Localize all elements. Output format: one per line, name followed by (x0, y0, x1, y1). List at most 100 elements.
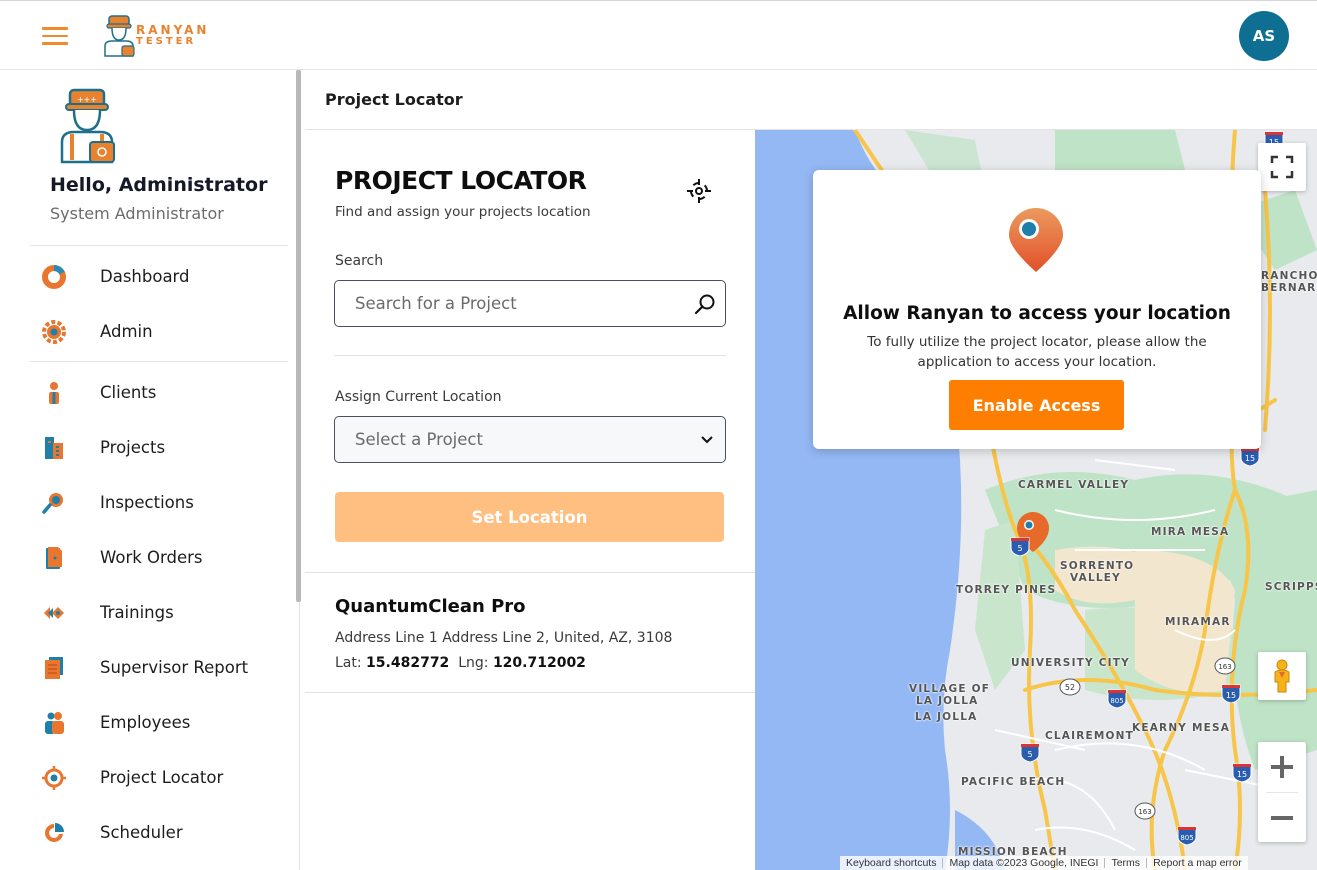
svg-text:163: 163 (1138, 808, 1151, 816)
modal-title: Allow Ranyan to access your location (843, 303, 1231, 324)
sidebar-item-dashboard[interactable]: Dashboard (0, 252, 290, 300)
svg-text:15: 15 (1245, 454, 1255, 463)
modal-body: To fully utilize the project locator, pl… (867, 334, 1207, 370)
sidebar-item-label: Admin (100, 321, 153, 341)
hamburger-line (42, 34, 68, 37)
sidebar-item-projects[interactable]: Projects (0, 423, 290, 471)
map-label: SORRENTO (1060, 560, 1135, 572)
project-address: Address Line 1 Address Line 2, United, A… (335, 630, 673, 646)
sidebar-item-project-locator[interactable]: Project Locator (0, 753, 290, 801)
svg-text:805: 805 (1110, 697, 1123, 705)
crosshair-icon[interactable] (686, 178, 712, 204)
sidebar-item-supervisor-report[interactable]: Supervisor Report (0, 643, 290, 691)
brand-line-2: TESTER (136, 36, 197, 47)
sidebar-item-trainings[interactable]: Trainings (0, 588, 290, 636)
svg-text:5: 5 (1017, 544, 1022, 553)
fullscreen-button[interactable] (1258, 143, 1306, 191)
section-divider (305, 692, 755, 693)
page-title: Project Locator (325, 90, 463, 109)
sidebar-item-scheduler[interactable]: Scheduler (0, 808, 290, 856)
map-label: TORREY PINES (956, 584, 1057, 596)
zoom-control (1258, 742, 1306, 842)
sidebar-item-employees[interactable]: Employees (0, 698, 290, 746)
set-location-button[interactable]: Set Location (335, 492, 724, 542)
svg-text:805: 805 (1180, 834, 1193, 842)
report-error-link[interactable]: Report a map error (1147, 857, 1248, 869)
sidebar-item-clients[interactable]: Clients (0, 368, 290, 416)
sidebar-item-label: Projects (100, 437, 166, 457)
svg-text:+++: +++ (77, 95, 97, 104)
interstate-shield-icon: 15 (1221, 684, 1241, 703)
zoom-in-button[interactable] (1258, 742, 1306, 792)
menu-toggle-button[interactable] (42, 27, 68, 47)
assign-location-label: Assign Current Location (335, 389, 502, 405)
sidebar-item-admin[interactable]: Admin (0, 307, 290, 355)
gear-icon (42, 320, 66, 344)
top-bar: RANYAN TESTER AS (0, 0, 1317, 70)
greeting: Hello, Administrator (50, 174, 268, 196)
project-select[interactable]: Select a Project (334, 416, 726, 463)
hamburger-icon (42, 27, 68, 30)
sidebar-item-inspections[interactable]: Inspections (0, 478, 290, 526)
svg-text:163: 163 (1218, 663, 1231, 671)
locator-panel: PROJECT LOCATOR Find and assign your pro… (305, 130, 755, 870)
brand-text: RANYAN TESTER (136, 24, 209, 48)
search-label: Search (335, 253, 384, 269)
section-divider (305, 572, 755, 573)
search-input[interactable] (355, 294, 675, 313)
map-attribution: Keyboard shortcuts Map data ©2023 Google… (840, 856, 1248, 870)
terms-link[interactable]: Terms (1105, 857, 1146, 869)
state-route-shield-icon: 163 (1134, 802, 1156, 820)
interstate-shield-icon: 5 (1020, 743, 1040, 762)
buildings-icon (45, 437, 63, 459)
page-header: Project Locator (305, 70, 1317, 130)
interstate-shield-icon: 5 (1010, 537, 1030, 556)
map-label: VILLAGE OF (909, 683, 991, 695)
svg-text:15: 15 (1226, 691, 1236, 700)
sidebar-item-label: Trainings (100, 602, 174, 622)
report-icon (45, 657, 63, 679)
sidebar-item-label: Clients (100, 382, 157, 402)
profile-avatar-icon: +++ (60, 88, 115, 164)
sidebar-item-label: Inspections (100, 492, 194, 512)
svg-text:15: 15 (1237, 770, 1247, 779)
sidebar-item-work-orders[interactable]: Work Orders (0, 533, 290, 581)
user-avatar[interactable]: AS (1239, 11, 1289, 61)
sidebar-item-label: Dashboard (100, 266, 190, 286)
arrows-icon (44, 607, 64, 619)
target-icon (42, 766, 66, 790)
map-label: MIRA MESA (1151, 526, 1230, 538)
sidebar-item-label: Supervisor Report (100, 657, 249, 677)
lat-value: 15.482772 (366, 655, 450, 671)
user-role: System Administrator (50, 204, 224, 223)
project-name[interactable]: QuantumClean Pro (335, 596, 526, 617)
sidebar-scrollbar[interactable] (296, 70, 301, 602)
document-icon (46, 547, 62, 569)
location-pin-icon (1009, 208, 1063, 272)
sidebar-divider (30, 361, 288, 362)
map-label: SCRIPPS (1265, 581, 1317, 593)
zoom-out-button[interactable] (1258, 792, 1306, 842)
interstate-shield-icon: 15 (1232, 763, 1252, 782)
map-label: KEARNY MESA (1132, 722, 1231, 734)
map-label: LA JOLLA (915, 711, 978, 723)
sidebar-divider (30, 245, 288, 246)
map-label: PACIFIC BEACH (961, 776, 1066, 788)
map-label: MIRAMAR (1165, 616, 1231, 628)
state-route-shield-icon: 52 (1059, 678, 1081, 696)
sidebar-item-label: Scheduler (100, 822, 183, 842)
street-view-button[interactable] (1258, 652, 1306, 700)
location-permission-modal: Allow Ranyan to access your location To … (813, 170, 1261, 449)
search-field (334, 280, 726, 327)
brand-logo[interactable]: RANYAN TESTER (100, 14, 230, 60)
interstate-shield-icon: 805 (1107, 689, 1127, 708)
section-divider (334, 355, 726, 356)
person-icon (49, 382, 59, 404)
hamburger-line (42, 42, 68, 45)
keyboard-shortcuts-link[interactable]: Keyboard shortcuts (840, 857, 942, 869)
sidebar-item-label: Employees (100, 712, 191, 732)
enable-access-button[interactable]: Enable Access (949, 380, 1124, 430)
map-label: UNIVERSITY CITY (1011, 657, 1130, 669)
lat-label: Lat: (335, 655, 362, 671)
search-icon[interactable] (693, 292, 717, 316)
